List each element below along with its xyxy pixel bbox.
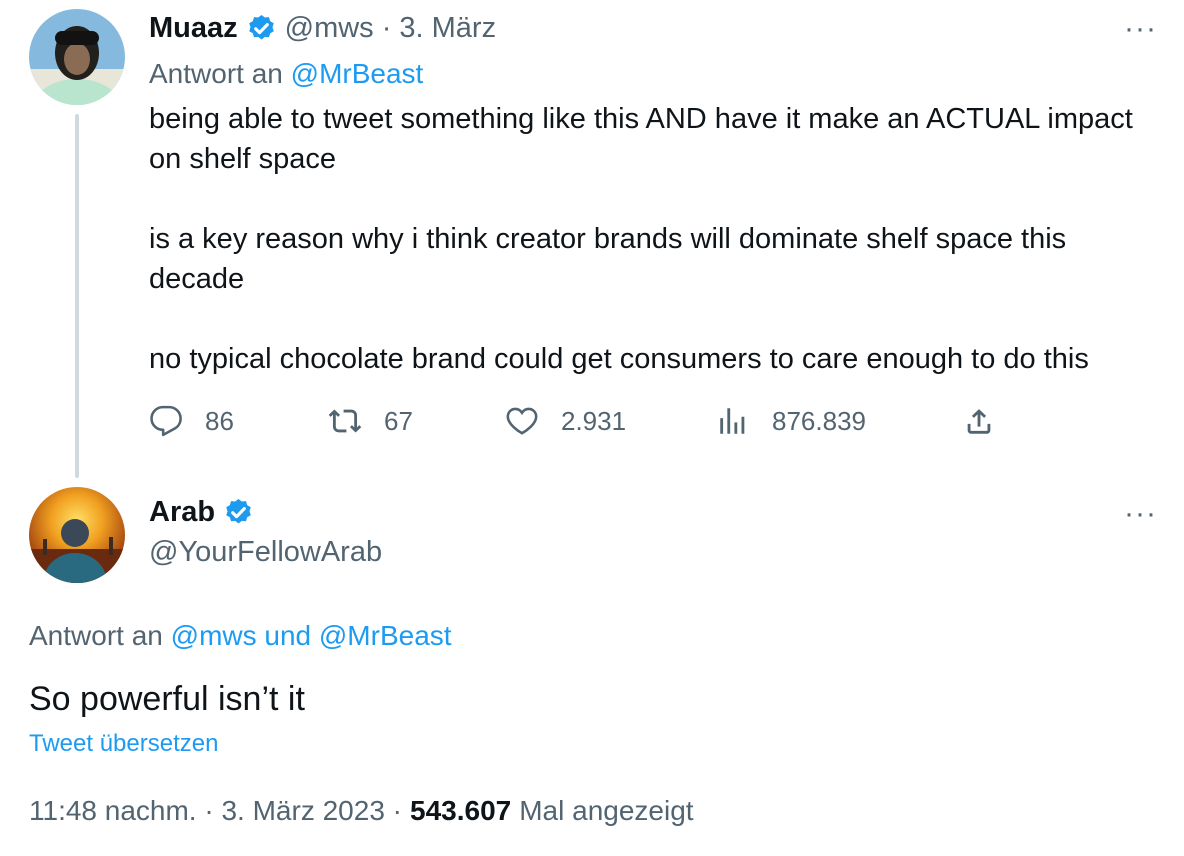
author-handle[interactable]: @mws xyxy=(285,12,374,45)
tweet-date[interactable]: · 3. März xyxy=(382,12,496,45)
reply-prefix: Antwort an xyxy=(29,620,163,651)
reply-prefix: Antwort an xyxy=(149,58,283,89)
views-button[interactable]: 876.839 xyxy=(716,404,866,438)
translate-tweet-link[interactable]: Tweet übersetzen xyxy=(29,728,218,760)
reply-button[interactable]: 86 xyxy=(149,404,234,438)
tweet2-header: Arab xyxy=(149,496,254,529)
share-button[interactable] xyxy=(962,404,996,438)
reply-context: Antwort an @MrBeast xyxy=(149,56,423,92)
view-count: 543.607 xyxy=(410,795,512,826)
views-icon xyxy=(720,408,745,434)
like-count: 2.931 xyxy=(561,405,627,436)
retweet-count: 67 xyxy=(384,405,413,436)
tweet1-header: Muaaz @mws · 3. März xyxy=(149,12,496,45)
tweet-paragraph: being able to tweet something like this … xyxy=(149,103,1133,175)
like-button[interactable]: 2.931 xyxy=(505,404,626,438)
tweet-text: So powerful isn’t it xyxy=(29,680,305,718)
verified-badge-icon xyxy=(226,498,251,524)
avatar-arab[interactable] xyxy=(29,487,125,583)
like-icon xyxy=(506,407,538,435)
author-name[interactable]: Arab xyxy=(149,496,215,529)
verified-badge-icon xyxy=(248,14,274,40)
reply-mention-link[interactable]: @MrBeast xyxy=(291,58,424,89)
author-name[interactable]: Muaaz xyxy=(149,12,238,45)
reply-count: 86 xyxy=(205,405,234,436)
tweet-meta: 11:48 nachm. · 3. März 2023 · 543.607 Ma… xyxy=(29,793,694,829)
tweet-paragraph: no typical chocolate brand could get con… xyxy=(149,343,1089,375)
retweet-icon xyxy=(328,409,362,433)
tweet-text: being able to tweet something like this … xyxy=(149,99,1164,379)
author-handle[interactable]: @YourFellowArab xyxy=(149,536,382,569)
reply-icon xyxy=(150,405,182,437)
reply-mention-link[interactable]: @mws und @MrBeast xyxy=(171,620,452,651)
tweet-timestamp[interactable]: 11:48 nachm. · 3. März 2023 · xyxy=(29,793,402,829)
thread-line xyxy=(75,114,79,478)
reply-context: Antwort an @mws und @MrBeast xyxy=(29,618,452,654)
avatar-muaaz[interactable] xyxy=(29,9,125,105)
tweet-paragraph: is a key reason why i think creator bran… xyxy=(149,223,1067,295)
more-icon[interactable]: ··· xyxy=(1124,497,1157,531)
views-count: 876.839 xyxy=(772,405,866,436)
retweet-button[interactable]: 67 xyxy=(328,404,413,438)
share-icon xyxy=(967,409,991,434)
more-icon[interactable]: ··· xyxy=(1124,12,1157,46)
view-label: Mal angezeigt xyxy=(519,795,694,826)
